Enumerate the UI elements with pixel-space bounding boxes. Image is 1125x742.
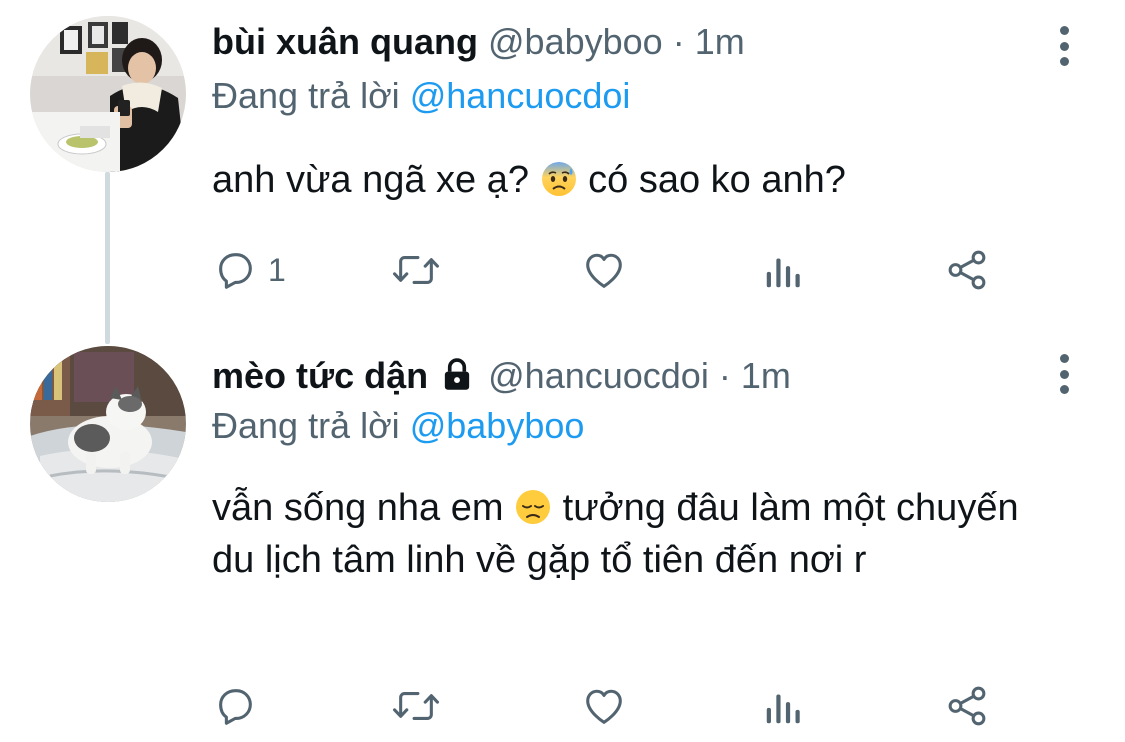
views-button[interactable] [764, 680, 804, 732]
anxious-face-with-sweat-icon [540, 160, 578, 198]
lock-icon [442, 357, 472, 401]
retweet-button[interactable] [390, 680, 442, 732]
views-icon [766, 694, 800, 724]
share-button[interactable] [944, 680, 990, 732]
reply-button[interactable] [212, 680, 268, 732]
reply-button[interactable]: 1 [212, 244, 286, 296]
reply-count: 1 [268, 251, 286, 288]
replying-mention[interactable]: @hancuocdoi [410, 75, 631, 116]
tweet-text-part: vẫn sống nha em [212, 487, 504, 529]
replying-to: Đang trả lời @babyboo [212, 404, 584, 448]
share-icon [948, 686, 986, 726]
like-icon [586, 253, 622, 288]
avatar-photo [30, 16, 186, 172]
more-icon[interactable] [1049, 26, 1079, 66]
tweet[interactable]: bùi xuân quang @babyboo · 1m Đang trả lờ… [0, 0, 1125, 340]
avatar[interactable] [30, 16, 186, 172]
separator-dot: · [672, 21, 685, 62]
disappointed-face-icon [514, 488, 552, 526]
replying-prefix: Đang trả lời [212, 75, 400, 116]
tweet[interactable]: mèo tức dận @hancuocdoi · 1m Đang trả lờ… [0, 340, 1125, 742]
display-name[interactable]: mèo tức dận [212, 355, 428, 396]
tweet-header: bùi xuân quang @babyboo · 1m [212, 20, 1045, 64]
like-button[interactable] [580, 244, 628, 296]
replying-to: Đang trả lời @hancuocdoi [212, 74, 630, 118]
display-name[interactable]: bùi xuân quang [212, 21, 478, 62]
tweet-text-part: anh vừa ngã xe ạ? [212, 159, 530, 201]
avatar[interactable] [30, 346, 186, 502]
reply-icon [219, 689, 252, 725]
tweet-text-part: có sao ko anh? [588, 159, 846, 201]
timestamp[interactable]: 1m [741, 355, 791, 396]
separator-dot: · [718, 355, 731, 396]
reply-icon [219, 253, 252, 289]
tweet-actions: 1 [212, 244, 1012, 296]
more-icon[interactable] [1049, 354, 1079, 394]
tweet-text: anh vừa ngã xe ạ? có sao ko anh? [212, 154, 1052, 206]
share-button[interactable] [944, 244, 990, 296]
views-button[interactable] [764, 244, 804, 296]
retweet-icon [392, 256, 439, 284]
user-handle[interactable]: @hancuocdoi [488, 355, 709, 396]
share-icon [948, 250, 986, 290]
retweet-icon [392, 692, 439, 720]
like-button[interactable] [580, 680, 628, 732]
replying-mention[interactable]: @babyboo [410, 405, 585, 446]
reply-thread: bùi xuân quang @babyboo · 1m Đang trả lờ… [0, 0, 1125, 742]
views-icon [766, 258, 800, 288]
avatar-photo [30, 346, 186, 502]
tweet-text: vẫn sống nha em tưởng đâu làm một chuyến… [212, 482, 1052, 586]
user-handle[interactable]: @babyboo [488, 21, 663, 62]
tweet-header: mèo tức dận @hancuocdoi · 1m [212, 354, 1045, 401]
tweet-actions [212, 680, 1012, 732]
retweet-button[interactable] [390, 244, 442, 296]
replying-prefix: Đang trả lời [212, 405, 400, 446]
timestamp[interactable]: 1m [695, 21, 745, 62]
like-icon [586, 689, 622, 724]
